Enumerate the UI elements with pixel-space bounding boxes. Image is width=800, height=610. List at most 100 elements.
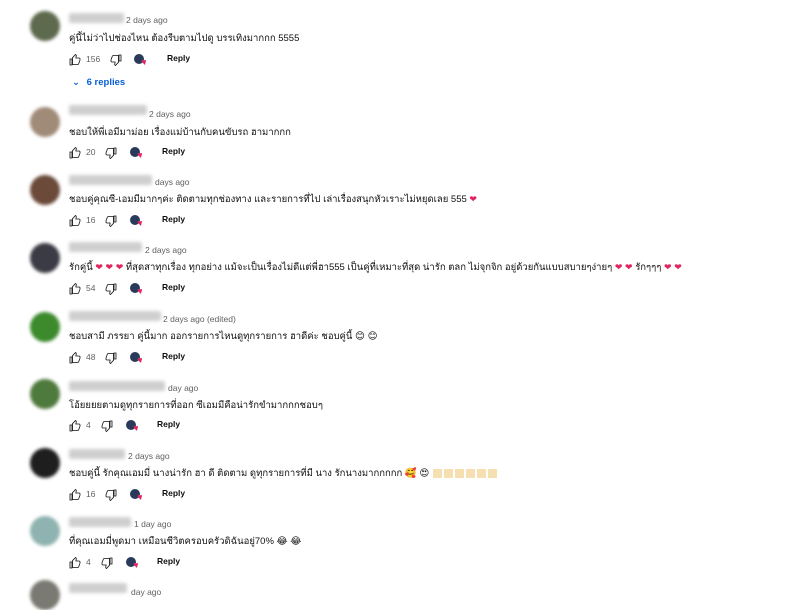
dislike-button[interactable] [105, 146, 117, 164]
emoji-placeholder-icon [443, 468, 453, 478]
thumbs-up-icon [69, 214, 81, 227]
avatar[interactable] [30, 175, 60, 205]
dislike-button[interactable] [101, 556, 113, 574]
thumbs-up-icon [69, 53, 81, 66]
comment-timestamp[interactable]: 2 days ago (edited) [163, 314, 236, 324]
creator-heart-icon [125, 556, 141, 570]
comment-timestamp[interactable]: day ago [131, 587, 161, 597]
like-button[interactable] [69, 351, 81, 369]
thumbs-down-icon [101, 557, 113, 570]
comment-text: ชอบคู่นี้ รักคุณเอมมี่ นางน่ารัก ฮา ดี ต… [69, 466, 498, 481]
like-count: 54 [86, 283, 96, 293]
reply-button[interactable]: Reply [162, 214, 185, 224]
dislike-button[interactable] [110, 53, 122, 71]
thumbs-down-icon [105, 283, 117, 296]
like-button[interactable] [69, 53, 81, 71]
comment-actions: 4 Reply [69, 556, 369, 570]
reply-button[interactable]: Reply [157, 419, 180, 429]
comment-timestamp[interactable]: 2 days ago [149, 109, 191, 119]
emoji-placeholder-icon [432, 468, 442, 478]
comment-text-body: ที่สุดสาทุกเรื่อง ทุกอย่าง แม้จะเป็นเรื่… [125, 262, 613, 273]
creator-heart-icon [125, 419, 141, 433]
creator-heart-icon [129, 146, 145, 160]
comment-actions: 156 Reply [69, 53, 369, 67]
laughing-emoji: 😂 [276, 536, 288, 547]
author-name-redacted[interactable] [69, 517, 131, 527]
replies-count-label: 6 replies [86, 77, 126, 88]
dislike-button[interactable] [101, 419, 113, 437]
creator-heart-icon [133, 53, 149, 67]
comment-actions: 16 Reply [69, 214, 369, 228]
comment-text: คู่นี้ไม่ว่าไปช่องไหน ต้องรีบตามไปดู บรร… [69, 33, 300, 44]
dislike-button[interactable] [105, 351, 117, 369]
like-button[interactable] [69, 282, 81, 300]
comment-text-suffix: รักๆๆๆ [635, 262, 662, 273]
creator-heart-icon [129, 214, 145, 228]
thumbs-down-icon [101, 420, 113, 433]
emoji-placeholder-icon [465, 468, 475, 478]
avatar[interactable] [30, 516, 60, 546]
comment-timestamp[interactable]: 2 days ago [145, 245, 187, 255]
reply-button[interactable]: Reply [167, 53, 190, 63]
dislike-button[interactable] [105, 282, 117, 300]
creator-heart-icon [129, 488, 145, 502]
comment-actions: 48 Reply [69, 351, 369, 365]
like-count: 48 [86, 352, 96, 362]
comment-timestamp[interactable]: days ago [155, 177, 190, 187]
author-name-redacted[interactable] [69, 13, 124, 23]
comment-text-body: ที่คุณเอมมี่พูดมา เหมือนชีวิตครอบครัวดิฉ… [69, 536, 274, 547]
smile-emoji: 😊 [367, 331, 378, 342]
avatar[interactable] [30, 580, 60, 610]
smile-emoji: 😊 [355, 331, 365, 342]
heart-emoji: ❤ [614, 262, 623, 272]
show-replies-button[interactable]: ⌄ 6 replies [72, 77, 125, 88]
dislike-button[interactable] [105, 214, 117, 232]
avatar[interactable] [30, 312, 60, 342]
reply-button[interactable]: Reply [162, 146, 185, 156]
thumbs-down-icon [110, 54, 122, 67]
comment-text-body: ชอบคู่นี้ รักคุณเอมมี่ นางน่ารัก ฮา ดี ต… [69, 468, 403, 479]
like-button[interactable] [69, 146, 81, 164]
reply-button[interactable]: Reply [162, 351, 185, 361]
like-button[interactable] [69, 419, 81, 437]
comment-text: ชอบคู่คุณซี-เอมมีมากๆค่ะ ติดตามทุกช่องทา… [69, 192, 477, 207]
comment-timestamp[interactable]: 1 day ago [134, 519, 171, 529]
like-button[interactable] [69, 556, 81, 574]
thumbs-up-icon [69, 488, 81, 501]
like-count: 156 [86, 54, 101, 64]
like-button[interactable] [69, 488, 81, 506]
avatar[interactable] [30, 243, 60, 273]
reply-button[interactable]: Reply [162, 488, 185, 498]
comment-text: ชอบให้พี่เอมีมาม่อย เรื่องแม่บ้านกับคนขั… [69, 127, 291, 138]
like-count: 16 [86, 215, 96, 225]
heart-emoji: ❤ [469, 194, 477, 204]
avatar[interactable] [30, 11, 60, 41]
comment-timestamp[interactable]: day ago [168, 383, 198, 393]
laughing-emoji: 😂 [290, 536, 302, 547]
author-name-redacted[interactable] [69, 381, 165, 391]
heart-emoji: ❤ [115, 262, 124, 272]
dislike-button[interactable] [105, 488, 117, 506]
avatar[interactable] [30, 448, 60, 478]
thumbs-up-icon [69, 146, 81, 159]
avatar[interactable] [30, 379, 60, 409]
author-name-redacted[interactable] [69, 449, 125, 459]
reply-button[interactable]: Reply [162, 282, 185, 292]
smiling-hearts-emoji: 🥰 [404, 468, 417, 479]
author-name-redacted[interactable] [69, 175, 152, 185]
author-name-redacted[interactable] [69, 242, 142, 252]
thumbs-down-icon [105, 352, 117, 365]
comment-actions: 54 Reply [69, 282, 369, 296]
like-count: 4 [86, 420, 91, 430]
like-count: 4 [86, 557, 91, 567]
author-name-redacted[interactable] [69, 311, 161, 321]
comment-timestamp[interactable]: 2 days ago [126, 15, 168, 25]
emoji-placeholder-icon [487, 468, 497, 478]
like-button[interactable] [69, 214, 81, 232]
avatar[interactable] [30, 107, 60, 137]
comment-timestamp[interactable]: 2 days ago [128, 451, 170, 461]
comment-text: ที่คุณเอมมี่พูดมา เหมือนชีวิตครอบครัวดิฉ… [69, 534, 301, 549]
thumbs-up-icon [69, 556, 81, 569]
author-name-redacted[interactable] [69, 105, 147, 115]
reply-button[interactable]: Reply [157, 556, 180, 566]
